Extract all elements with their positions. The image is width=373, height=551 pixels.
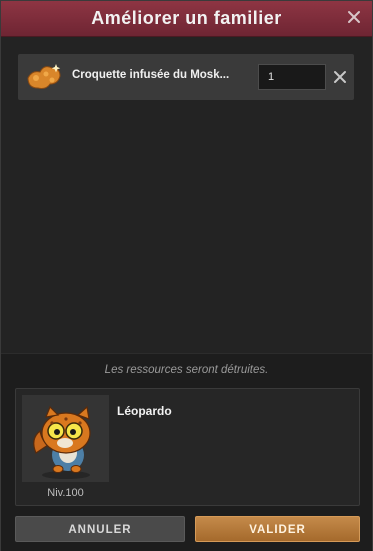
remove-icon[interactable] bbox=[332, 69, 348, 85]
quantity-input[interactable] bbox=[258, 64, 326, 90]
pet-portrait bbox=[22, 395, 109, 482]
croquette-icon bbox=[27, 64, 61, 89]
cancel-button[interactable]: ANNULER bbox=[15, 516, 185, 542]
dialog-titlebar: Améliorer un familier bbox=[1, 1, 372, 37]
resource-row: Croquette infusée du Mosk... bbox=[18, 54, 354, 100]
resource-name: Croquette infusée du Mosk... bbox=[72, 69, 230, 81]
destroy-warning: Les ressources seront détruites. bbox=[104, 364, 269, 376]
pet-name: Léopardo bbox=[117, 404, 172, 418]
pet-card: Léopardo Niv.100 bbox=[15, 388, 360, 506]
pet-section: Les ressources seront détruites. Léopard… bbox=[1, 353, 372, 551]
pet-level: Niv.100 bbox=[47, 487, 84, 499]
validate-button[interactable]: VALIDER bbox=[195, 516, 360, 542]
leopardo-portrait-icon bbox=[33, 405, 91, 479]
dialog-title: Améliorer un familier bbox=[91, 8, 282, 28]
close-icon[interactable] bbox=[346, 9, 362, 25]
upgrade-pet-dialog: Améliorer un familier Croquette infusée … bbox=[0, 0, 373, 551]
